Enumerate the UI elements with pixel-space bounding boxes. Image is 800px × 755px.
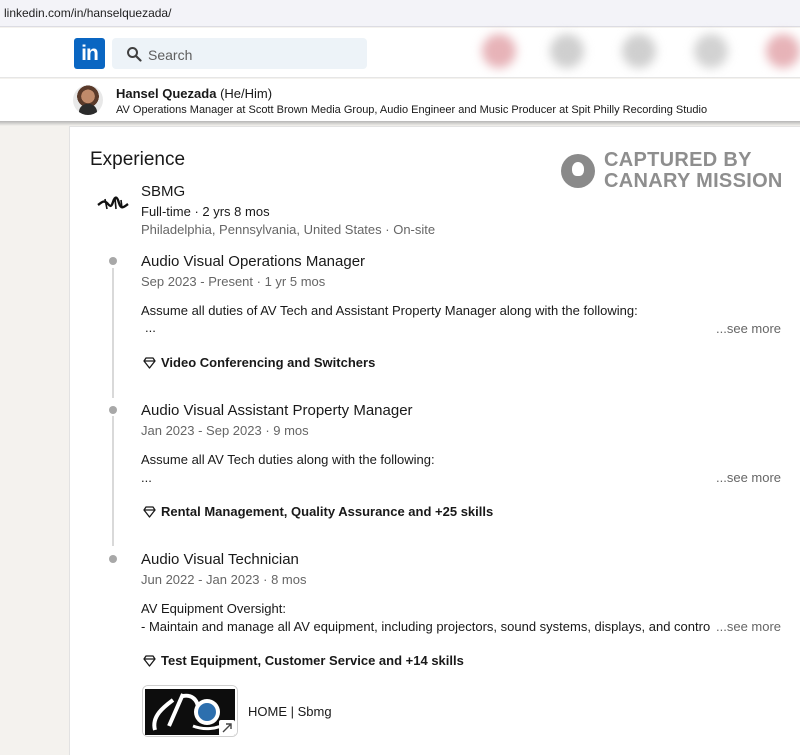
nav-network-icon[interactable]	[550, 34, 584, 68]
sbmg-media-logo-icon	[143, 686, 237, 736]
nav-home-icon[interactable]	[482, 34, 516, 68]
avatar[interactable]	[73, 85, 103, 115]
see-more-link[interactable]: ...see more	[716, 619, 782, 634]
profile-pronouns: (He/Him)	[220, 86, 273, 101]
role-title: Audio Visual Technician	[141, 551, 299, 568]
timeline-dot	[109, 406, 117, 414]
role-title: Audio Visual Assistant Property Manager	[141, 402, 413, 419]
role-title: Audio Visual Operations Manager	[141, 253, 366, 270]
url-text: linkedin.com/in/hanselquezada/	[4, 6, 172, 20]
role-description-line: Assume all duties of AV Tech and Assista…	[141, 303, 638, 318]
nav-notifications-icon[interactable]	[766, 34, 800, 68]
canary-bird-icon	[561, 154, 595, 188]
company-name[interactable]: SBMG	[141, 183, 185, 200]
linkedin-logo-icon[interactable]: in	[74, 38, 105, 69]
company-tenure: Full-time · 2 yrs 8 mos	[141, 204, 270, 219]
role-description-line: AV Equipment Oversight:	[141, 601, 286, 616]
company-location: Philadelphia, Pennsylvania, United State…	[141, 222, 436, 237]
role-dates: Jun 2022 - Jan 2023 · 8 mos	[141, 572, 307, 587]
watermark-text: CAPTURED BY CANARY MISSION	[604, 150, 783, 192]
skill-diamond-icon	[143, 505, 156, 518]
timeline-line	[112, 416, 114, 546]
media-thumbnail[interactable]	[142, 685, 238, 737]
skill-diamond-icon	[143, 356, 156, 369]
role-description-line: - Maintain and manage all AV equipment, …	[141, 619, 711, 634]
sbmg-company-logo-icon[interactable]	[97, 190, 129, 218]
see-more-link[interactable]: ...see more	[716, 470, 782, 485]
media-link-title[interactable]: HOME | Sbmg	[248, 704, 332, 719]
search-placeholder: Search	[148, 47, 193, 63]
role-skills[interactable]: Rental Management, Quality Assurance and…	[143, 504, 493, 519]
role-skills[interactable]: Test Equipment, Customer Service and +14…	[143, 653, 464, 668]
role-description-line: ...	[141, 470, 152, 485]
role-dates: Jan 2023 - Sep 2023 · 9 mos	[141, 423, 309, 438]
role-skills-text: Rental Management, Quality Assurance and…	[161, 504, 494, 519]
role-description-line: ...	[145, 320, 156, 335]
section-title: Experience	[90, 149, 186, 170]
watermark-line-2: CANARY MISSION	[604, 170, 783, 192]
profile-name: Hansel Quezada (He/Him)	[116, 86, 272, 101]
profile-name-text: Hansel Quezada	[116, 86, 217, 101]
search-input[interactable]: Search	[112, 38, 367, 69]
timeline-dot	[109, 555, 117, 563]
top-navigation: in Search	[0, 28, 800, 78]
nav-jobs-icon[interactable]	[622, 34, 656, 68]
role-description-line: Assume all AV Tech duties along with the…	[141, 452, 435, 467]
address-bar[interactable]: linkedin.com/in/hanselquezada/	[0, 0, 800, 27]
timeline-dot	[109, 257, 117, 265]
timeline-line	[112, 268, 114, 398]
nav-messaging-icon[interactable]	[694, 34, 728, 68]
canary-mission-watermark: CAPTURED BY CANARY MISSION	[561, 150, 791, 194]
role-skills[interactable]: Video Conferencing and Switchers	[143, 355, 375, 370]
role-skills-text: Video Conferencing and Switchers	[161, 355, 376, 370]
profile-headline: AV Operations Manager at Scott Brown Med…	[116, 104, 708, 116]
see-more-link[interactable]: ...see more	[716, 321, 782, 336]
watermark-line-1: CAPTURED BY	[604, 149, 752, 171]
role-skills-text: Test Equipment, Customer Service and +14…	[161, 653, 464, 668]
search-icon	[127, 47, 142, 62]
role-dates: Sep 2023 - Present · 1 yr 5 mos	[141, 274, 326, 289]
sticky-profile-header: Hansel Quezada (He/Him) AV Operations Ma…	[0, 79, 800, 122]
skill-diamond-icon	[143, 654, 156, 667]
